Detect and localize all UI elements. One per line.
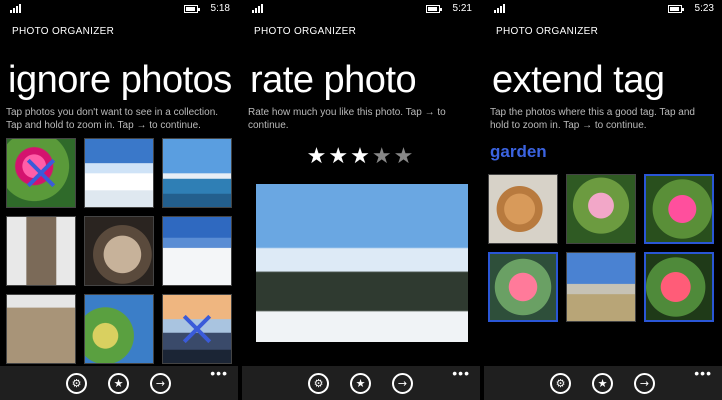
star-rating: ★★★★★ <box>242 144 480 169</box>
photo-tile-selected[interactable] <box>488 252 558 322</box>
clock: 5:21 <box>452 3 472 14</box>
app-bar: ⚙ ★ → ••• <box>484 366 722 400</box>
rating-star-icon[interactable]: ★ <box>394 144 416 169</box>
battery-icon <box>184 5 200 13</box>
phone-screen-ignore-photos: 5:18 PHOTO ORGANIZER ignore photos Tap p… <box>0 0 238 400</box>
app-bar: ⚙ ★ → ••• <box>0 366 238 400</box>
more-ellipsis-icon[interactable]: ••• <box>694 366 712 380</box>
page-title: extend tag <box>492 59 665 101</box>
photo-tile[interactable] <box>162 138 232 208</box>
phone-screen-extend-tag: 5:23 PHOTO ORGANIZER extend tag Tap the … <box>484 0 722 400</box>
app-bar: ⚙ ★ → ••• <box>242 366 480 400</box>
photo-tile[interactable] <box>162 294 232 364</box>
instructions: Rate how much you like this photo. Tap →… <box>248 107 446 131</box>
app-title: PHOTO ORGANIZER <box>496 26 599 37</box>
photo-tile[interactable] <box>488 174 558 244</box>
star-icon[interactable]: ★ <box>108 373 129 394</box>
rating-star-icon[interactable]: ★ <box>328 144 350 169</box>
page-title: ignore photos <box>8 59 232 101</box>
photo-tile[interactable] <box>84 294 154 364</box>
photo-tile[interactable] <box>6 138 76 208</box>
instructions: Tap the photos where this a good tag. Ta… <box>490 107 695 131</box>
ignored-x-icon <box>181 313 213 345</box>
arrow-right-icon[interactable]: → <box>392 373 413 394</box>
rated-photo[interactable] <box>256 184 468 342</box>
photo-tile[interactable] <box>162 216 232 286</box>
status-bar: 5:23 <box>484 0 722 18</box>
arrow-right-icon[interactable]: → <box>150 373 171 394</box>
photo-tile[interactable] <box>6 294 76 364</box>
star-icon[interactable]: ★ <box>592 373 613 394</box>
tag-label: garden <box>490 142 547 161</box>
photo-tile[interactable] <box>6 216 76 286</box>
battery-icon <box>668 5 684 13</box>
rating-star-icon[interactable]: ★ <box>307 144 329 169</box>
arrow-right-icon[interactable]: → <box>634 373 655 394</box>
more-ellipsis-icon[interactable]: ••• <box>452 366 470 380</box>
photo-tile[interactable] <box>84 138 154 208</box>
clock: 5:18 <box>210 3 230 14</box>
photo-tile[interactable] <box>566 174 636 244</box>
phone-screen-rate-photo: 5:21 PHOTO ORGANIZER rate photo Rate how… <box>242 0 480 400</box>
ignored-x-icon <box>25 157 57 189</box>
settings-icon[interactable]: ⚙ <box>550 373 571 394</box>
battery-icon <box>426 5 442 13</box>
signal-icon <box>10 4 24 13</box>
photo-tile[interactable] <box>566 252 636 322</box>
photo-tile-selected[interactable] <box>644 174 714 244</box>
star-icon[interactable]: ★ <box>350 373 371 394</box>
photo-tile-selected[interactable] <box>644 252 714 322</box>
photo-tile[interactable] <box>84 216 154 286</box>
page-title: rate photo <box>250 59 417 101</box>
status-bar: 5:18 <box>0 0 238 18</box>
instructions: Tap photos you don't want to see in a co… <box>6 107 219 131</box>
signal-icon <box>252 4 266 13</box>
rating-star-icon[interactable]: ★ <box>350 144 372 169</box>
settings-icon[interactable]: ⚙ <box>66 373 87 394</box>
clock: 5:23 <box>694 3 714 14</box>
app-title: PHOTO ORGANIZER <box>254 26 357 37</box>
app-title: PHOTO ORGANIZER <box>12 26 115 37</box>
more-ellipsis-icon[interactable]: ••• <box>210 366 228 380</box>
settings-icon[interactable]: ⚙ <box>308 373 329 394</box>
status-bar: 5:21 <box>242 0 480 18</box>
signal-icon <box>494 4 508 13</box>
rating-star-icon[interactable]: ★ <box>372 144 394 169</box>
